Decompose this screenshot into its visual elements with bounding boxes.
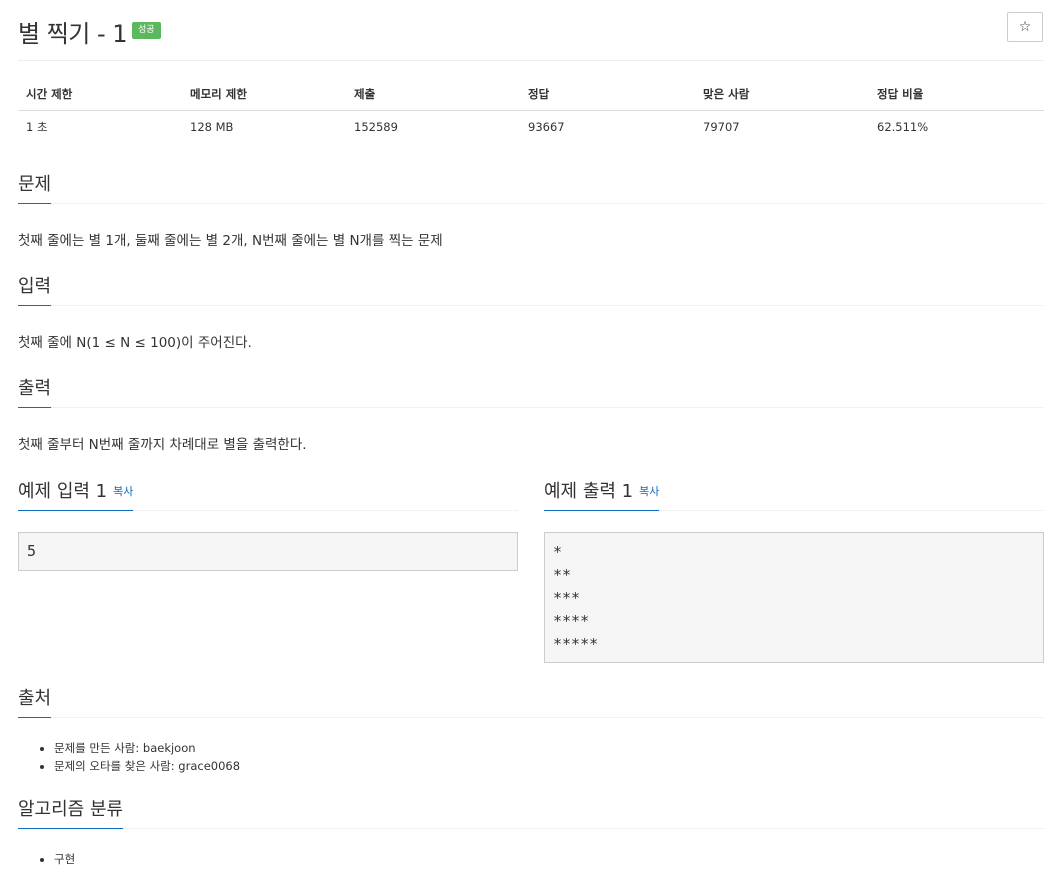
header-solvers: 맞은 사람 bbox=[695, 80, 869, 111]
star-icon: ☆ bbox=[1018, 19, 1032, 35]
list-item: 문제의 오타를 찾은 사람: grace0068 bbox=[54, 757, 240, 775]
sample-output-line: *** bbox=[553, 589, 581, 607]
description-section-header: 문제 bbox=[18, 170, 1044, 204]
description-heading: 문제 bbox=[18, 170, 52, 204]
header-submissions: 제출 bbox=[346, 80, 520, 111]
sample-output-line: * bbox=[553, 543, 563, 561]
source-list: 문제를 만든 사람: baekjoon 문제의 오타를 찾은 사람: grace… bbox=[54, 739, 240, 775]
submissions-value: 152589 bbox=[354, 120, 398, 134]
sample-input-line: 5 bbox=[27, 542, 37, 560]
sample-input-section-header: 예제 입력 1 복사 bbox=[18, 477, 518, 511]
time-limit-value: 1 초 bbox=[26, 120, 48, 134]
page-title: 별 찍기 - 1 bbox=[18, 20, 128, 48]
ratio-value: 62.511% bbox=[877, 120, 929, 134]
list-item[interactable]: 구현 bbox=[54, 850, 75, 868]
algorithm-section-header: 알고리즘 분류 bbox=[18, 795, 1044, 829]
header-accepted: 정답 bbox=[520, 80, 695, 111]
sample-output-line: ** bbox=[553, 566, 572, 584]
sample-output-box: * ** *** **** ***** bbox=[544, 532, 1044, 663]
sample-input-heading: 예제 입력 1 bbox=[18, 481, 108, 502]
sample-input-heading-wrap: 예제 입력 1 복사 bbox=[18, 477, 134, 511]
header-memory-limit: 메모리 제한 bbox=[182, 80, 346, 111]
copy-sample-output-link[interactable]: 복사 bbox=[639, 485, 659, 498]
copy-sample-input-link[interactable]: 복사 bbox=[113, 485, 133, 498]
input-section-header: 입력 bbox=[18, 272, 1044, 306]
list-item: 문제를 만든 사람: baekjoon bbox=[54, 739, 240, 757]
algorithm-heading: 알고리즘 분류 bbox=[18, 795, 124, 829]
sample-output-heading: 예제 출력 1 bbox=[544, 481, 634, 502]
problem-header: 별 찍기 - 1 성공 ☆ bbox=[18, 12, 1043, 61]
status-badge: 성공 bbox=[132, 22, 161, 39]
sample-input-box: 5 bbox=[18, 532, 518, 571]
output-heading: 출력 bbox=[18, 374, 52, 408]
problem-info-table: 시간 제한 메모리 제한 제출 정답 맞은 사람 정답 비율 1 초 128 M… bbox=[18, 80, 1044, 143]
header-time-limit: 시간 제한 bbox=[18, 80, 182, 111]
input-heading: 입력 bbox=[18, 272, 52, 306]
table-header-row: 시간 제한 메모리 제한 제출 정답 맞은 사람 정답 비율 bbox=[18, 80, 1044, 111]
description-text: 첫째 줄에는 별 1개, 둘째 줄에는 별 2개, N번째 줄에는 별 N개를 … bbox=[18, 233, 443, 249]
memory-limit-value: 128 MB bbox=[190, 120, 234, 134]
header-ratio: 정답 비율 bbox=[869, 80, 1044, 111]
accepted-value: 93667 bbox=[528, 120, 565, 134]
algorithm-list: 구현 bbox=[54, 850, 75, 868]
sample-output-line: **** bbox=[553, 612, 590, 630]
output-text: 첫째 줄부터 N번째 줄까지 차례대로 별을 출력한다. bbox=[18, 437, 307, 453]
solvers-value: 79707 bbox=[703, 120, 740, 134]
output-section-header: 출력 bbox=[18, 374, 1044, 408]
input-text: 첫째 줄에 N(1 ≤ N ≤ 100)이 주어진다. bbox=[18, 335, 252, 351]
favorite-button[interactable]: ☆ bbox=[1007, 12, 1043, 42]
source-heading: 출처 bbox=[18, 684, 52, 718]
sample-output-line: ***** bbox=[553, 635, 599, 653]
table-row: 1 초 128 MB 152589 93667 79707 62.511% bbox=[18, 111, 1044, 144]
sample-output-heading-wrap: 예제 출력 1 복사 bbox=[544, 477, 660, 511]
sample-output-section-header: 예제 출력 1 복사 bbox=[544, 477, 1044, 511]
source-section-header: 출처 bbox=[18, 684, 1044, 718]
